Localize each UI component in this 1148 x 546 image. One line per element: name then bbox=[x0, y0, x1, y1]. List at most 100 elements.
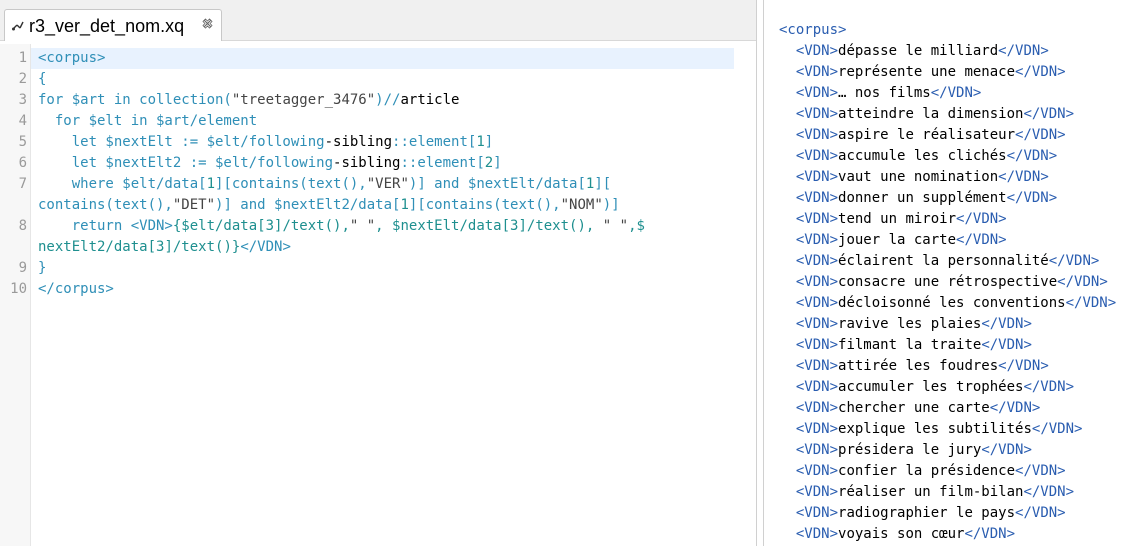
xml-tag: <VDN> bbox=[779, 463, 839, 479]
xml-tag: <VDN> bbox=[779, 484, 839, 500]
xml-tag: </VDN> bbox=[1031, 421, 1083, 437]
xml-tag: </VDN> bbox=[998, 358, 1049, 374]
xml-tag: </VDN> bbox=[1048, 253, 1100, 269]
result-line: <VDN>donner un supplément</VDN> bbox=[779, 188, 1057, 209]
code-token: nextElt2/data[ bbox=[38, 239, 157, 255]
code-token: contains(text(), bbox=[38, 197, 173, 213]
xquery-file-icon bbox=[12, 21, 24, 31]
result-line: <VDN>filmant la traite</VDN> bbox=[779, 335, 1032, 356]
xml-text: … nos films bbox=[838, 85, 931, 101]
code-token: ]/text(), bbox=[274, 218, 350, 234]
result-line: <VDN>voyais son cœur</VDN> bbox=[779, 524, 1015, 545]
code-token: ,$ bbox=[628, 218, 645, 234]
xml-tag: </VDN> bbox=[1023, 379, 1075, 395]
code-token: where $elt/data[ bbox=[38, 176, 207, 192]
xml-text: confier la présidence bbox=[838, 463, 1016, 479]
xml-tag: <VDN> bbox=[779, 274, 839, 290]
xml-tag: <VDN> bbox=[779, 505, 839, 521]
xml-text: explique les subtilités bbox=[838, 421, 1032, 437]
code-line[interactable]: for $elt in $art/element bbox=[38, 111, 257, 132]
code-token: article bbox=[400, 92, 460, 108]
result-line: <VDN>représente une menace</VDN> bbox=[779, 62, 1066, 83]
line-number: 1 bbox=[18, 50, 27, 66]
code-line[interactable]: nextElt2/data[3]/text()}</VDN> bbox=[38, 237, 291, 258]
code-token: {$elt/data[ bbox=[172, 218, 266, 234]
code-line[interactable]: </corpus> bbox=[38, 279, 114, 300]
result-root-tag: <corpus> bbox=[779, 20, 846, 41]
close-icon[interactable] bbox=[202, 18, 213, 29]
code-token: ] bbox=[484, 134, 494, 150]
code-token: ]/text()} bbox=[164, 239, 241, 255]
code-token: " " bbox=[349, 218, 376, 234]
xml-text: radiographier le pays bbox=[838, 505, 1016, 521]
xml-tag: <corpus> bbox=[779, 22, 847, 38]
result-line: <VDN>dépasse le milliard</VDN> bbox=[779, 41, 1049, 62]
xml-tag: </VDN> bbox=[981, 316, 1032, 332]
code-token: "DET" bbox=[172, 197, 216, 213]
xml-tag: </VDN> bbox=[981, 337, 1032, 353]
result-line: <VDN>… nos films</VDN> bbox=[779, 83, 981, 104]
xml-text: accumuler les trophées bbox=[838, 379, 1024, 395]
result-line: <VDN>consacre une rétrospective</VDN> bbox=[779, 272, 1108, 293]
code-line[interactable]: <corpus> bbox=[38, 48, 105, 69]
code-token: ][ bbox=[594, 176, 612, 192]
line-number: 6 bbox=[18, 155, 27, 171]
xml-tag: </VDN> bbox=[1015, 64, 1066, 80]
line-number: 2 bbox=[18, 71, 27, 87]
xml-tag: </VDN> bbox=[1015, 463, 1066, 479]
xml-tag: <VDN> bbox=[779, 127, 839, 143]
tab-r3-ver-det-nom[interactable]: r3_ver_det_nom.xq bbox=[4, 9, 222, 41]
code-line[interactable]: return <VDN>{$elt/data[3]/text()," ", $n… bbox=[38, 216, 645, 237]
code-token: ::element[ bbox=[400, 155, 485, 171]
code-token: for $elt in $art/element bbox=[38, 113, 258, 129]
xml-tag: </VDN> bbox=[1006, 190, 1058, 206]
xml-tag: <VDN> bbox=[779, 232, 839, 248]
code-token: </corpus> bbox=[38, 281, 114, 297]
line-number: 3 bbox=[18, 92, 27, 108]
xml-tag: <VDN> bbox=[779, 379, 839, 395]
xml-text: vaut une nomination bbox=[838, 169, 999, 185]
xml-text: donner un supplément bbox=[838, 190, 1007, 206]
xml-tag: </VDN> bbox=[964, 526, 1016, 542]
xml-text: filmant la traite bbox=[838, 337, 982, 353]
result-line: <VDN>confier la présidence</VDN> bbox=[779, 461, 1066, 482]
xml-text: accumule les clichés bbox=[838, 148, 1007, 164]
xml-tag: <VDN> bbox=[779, 253, 839, 269]
xml-tag: </VDN> bbox=[989, 400, 1041, 416]
code-line[interactable]: contains(text(),"DET")] and $nextElt2/da… bbox=[38, 195, 620, 216]
result-line: <VDN>explique les subtilités</VDN> bbox=[779, 419, 1083, 440]
xml-tag: </VDN> bbox=[1065, 295, 1117, 311]
xml-tag: <VDN> bbox=[779, 442, 839, 458]
xml-text: atteindre la dimension bbox=[838, 106, 1024, 122]
query-editor-pane: r3_ver_det_nom.xq 1 <corpus> 2 {3 for $art i… bbox=[0, 0, 757, 546]
code-line[interactable]: let $nextElt2 := $elt/following-sibling:… bbox=[38, 153, 502, 174]
xml-text: représente une menace bbox=[838, 64, 1016, 80]
code-line[interactable]: where $elt/data[1][contains(text(),"VER"… bbox=[38, 174, 612, 195]
code-token: ][contains(text(), bbox=[215, 176, 367, 192]
xml-text: jouer la carte bbox=[838, 232, 957, 248]
result-line: <VDN>chercher une carte</VDN> bbox=[779, 398, 1040, 419]
code-line[interactable]: for $art in collection("treetagger_3476"… bbox=[38, 90, 459, 111]
xml-tag: </VDN> bbox=[1015, 505, 1066, 521]
code-token: - bbox=[324, 134, 334, 150]
line-number: 9 bbox=[18, 260, 27, 276]
xml-tag: <VDN> bbox=[779, 211, 839, 227]
xml-tag: </VDN> bbox=[998, 43, 1049, 59]
xml-tag: <VDN> bbox=[779, 526, 839, 542]
xml-tag: <VDN> bbox=[779, 316, 839, 332]
code-line[interactable]: let $nextElt := $elt/following-sibling::… bbox=[38, 132, 494, 153]
code-line[interactable]: } bbox=[38, 258, 46, 279]
code-token: ::element[ bbox=[392, 134, 477, 150]
xml-tag: <VDN> bbox=[779, 358, 839, 374]
xml-tag: <VDN> bbox=[779, 295, 839, 311]
code-token: )] and $nextElt/data[ bbox=[408, 176, 586, 192]
code-token: "VER" bbox=[366, 176, 409, 192]
xml-text: attirée les foudres bbox=[838, 358, 999, 374]
code-token: 2 bbox=[484, 155, 494, 171]
xml-tag: <VDN> bbox=[779, 106, 839, 122]
code-token: 1 bbox=[476, 134, 485, 150]
xml-tag: <VDN> bbox=[779, 64, 839, 80]
code-token: 1 bbox=[400, 197, 409, 213]
code-line[interactable]: { bbox=[38, 69, 46, 90]
line-number: 7 bbox=[18, 176, 27, 192]
